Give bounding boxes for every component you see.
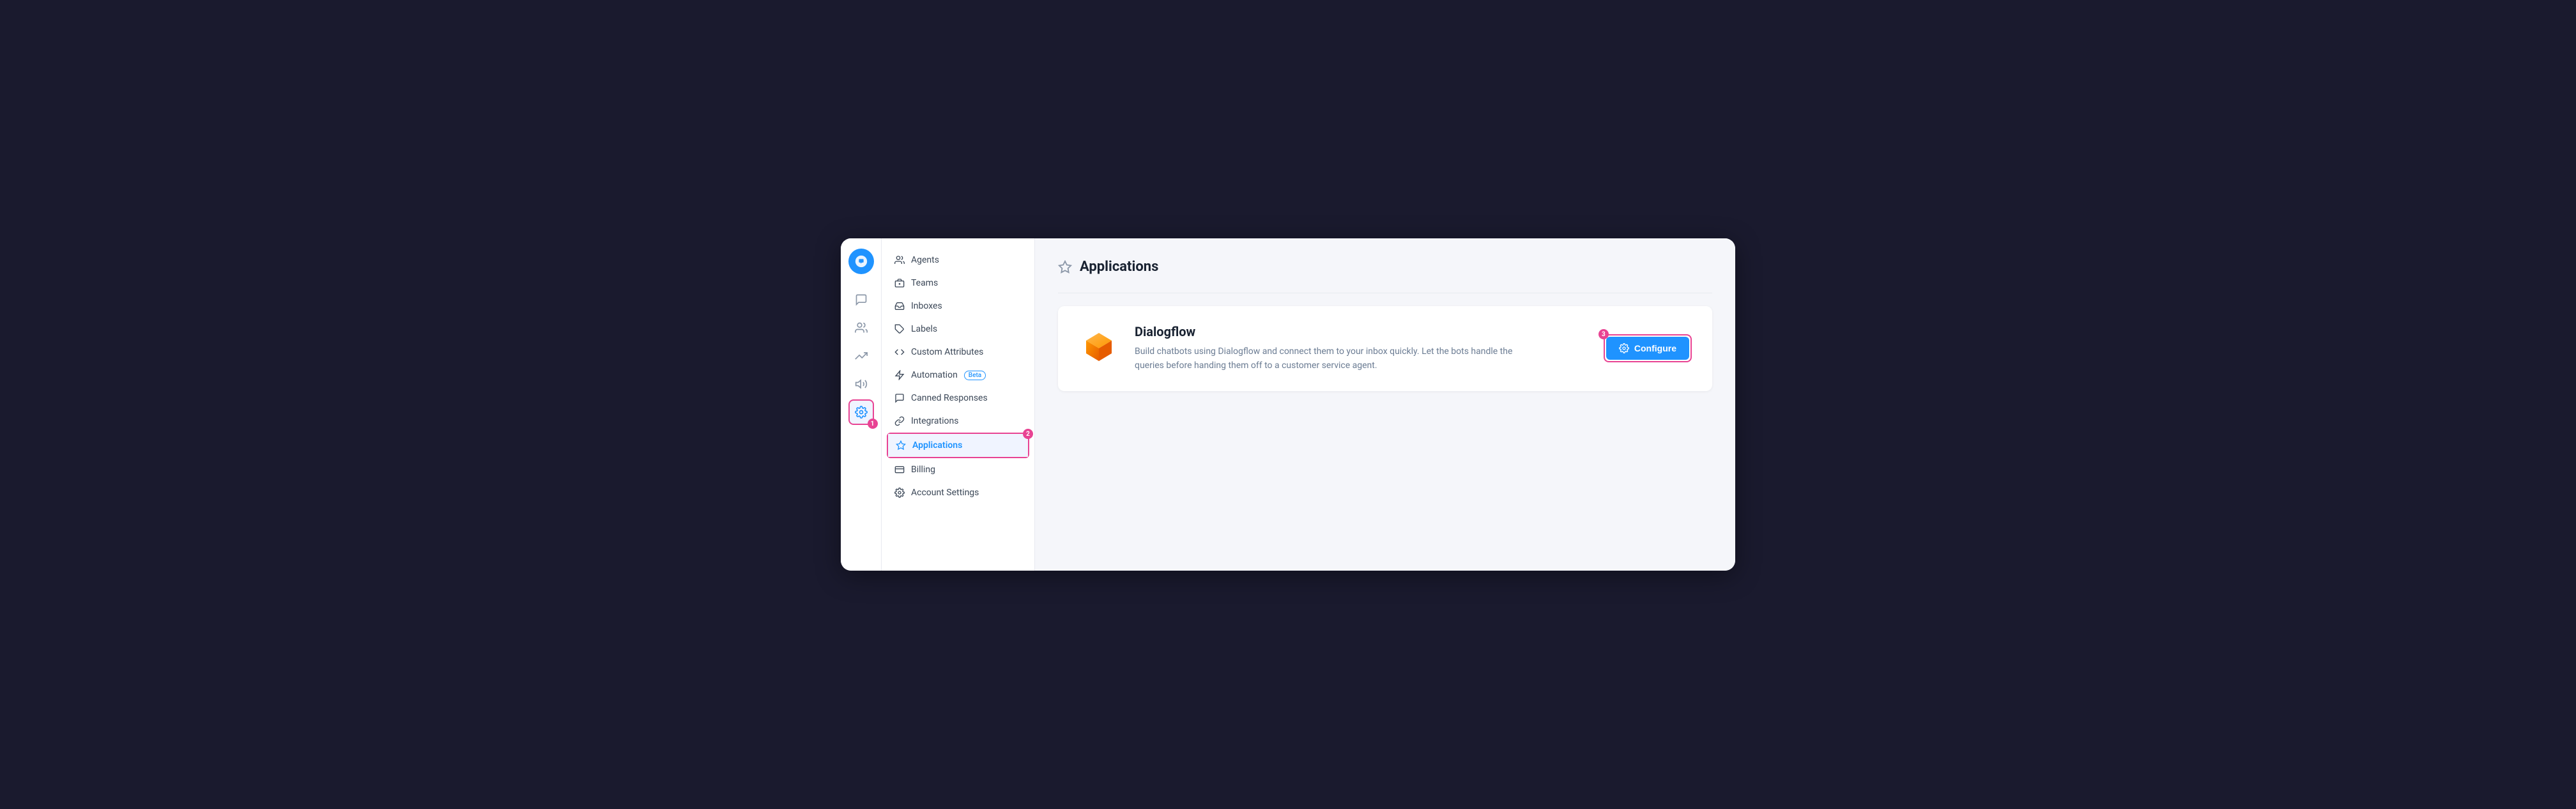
canned-responses-label: Canned Responses	[911, 393, 988, 403]
billing-icon	[894, 465, 905, 475]
automation-label: Automation	[911, 370, 958, 380]
dialogflow-title: Dialogflow	[1135, 324, 1588, 339]
configure-highlight-box: Configure	[1604, 334, 1692, 362]
agents-icon	[894, 255, 905, 265]
sidebar-item-canned-responses[interactable]: Canned Responses	[882, 387, 1034, 410]
integrations-icon	[894, 416, 905, 426]
teams-icon	[894, 278, 905, 288]
contacts-icon-btn[interactable]	[848, 315, 874, 341]
automation-icon	[894, 370, 905, 380]
inboxes-label: Inboxes	[911, 301, 942, 311]
main-content: Applications	[1035, 238, 1735, 571]
labels-icon	[894, 324, 905, 334]
sidebar-item-inboxes[interactable]: Inboxes	[882, 295, 1034, 318]
billing-label: Billing	[911, 465, 935, 475]
sidebar-item-labels[interactable]: Labels	[882, 318, 1034, 341]
sidebar-item-billing[interactable]: Billing	[882, 458, 1034, 481]
sidebar-item-account-settings[interactable]: Account Settings	[882, 481, 1034, 504]
page-title: Applications	[1080, 259, 1158, 275]
account-settings-label: Account Settings	[911, 488, 979, 498]
custom-attributes-label: Custom Attributes	[911, 347, 983, 357]
page-header: Applications	[1058, 259, 1712, 275]
nav-sidebar: Agents Teams Inboxes Labels	[882, 238, 1035, 571]
page-header-star-icon	[1058, 260, 1072, 274]
integrations-label: Integrations	[911, 416, 958, 426]
app-logo[interactable]	[848, 249, 874, 274]
app-window: 1 Agents Teams Inboxes	[841, 238, 1735, 571]
account-settings-icon	[894, 488, 905, 498]
teams-label: Teams	[911, 278, 938, 288]
applications-icon	[896, 440, 906, 451]
dialogflow-icon	[1078, 328, 1119, 369]
labels-label: Labels	[911, 324, 937, 334]
configure-gear-icon	[1619, 343, 1629, 353]
sidebar-item-applications[interactable]: Applications	[888, 434, 1028, 457]
settings-icon-btn[interactable]: 1	[848, 399, 874, 425]
applications-label: Applications	[912, 440, 962, 451]
campaigns-icon-btn[interactable]	[848, 371, 874, 397]
custom-attr-icon	[894, 347, 905, 357]
sidebar-item-applications-wrapper: Applications 2	[887, 433, 1029, 458]
agents-label: Agents	[911, 255, 939, 265]
applications-badge: 2	[1023, 429, 1033, 439]
configure-button[interactable]: Configure	[1606, 337, 1689, 360]
dialogflow-info: Dialogflow Build chatbots using Dialogfl…	[1135, 324, 1588, 373]
inboxes-icon	[894, 301, 905, 311]
dialogflow-card: Dialogflow Build chatbots using Dialogfl…	[1058, 306, 1712, 391]
configure-label: Configure	[1634, 343, 1676, 353]
icon-sidebar: 1	[841, 238, 882, 571]
automation-beta-badge: Beta	[964, 371, 986, 380]
sidebar-item-integrations[interactable]: Integrations	[882, 410, 1034, 433]
configure-wrapper: Configure 3	[1604, 334, 1692, 362]
dialogflow-description: Build chatbots using Dialogflow and conn…	[1135, 344, 1518, 373]
sidebar-item-teams[interactable]: Teams	[882, 272, 1034, 295]
conversations-icon-btn[interactable]	[848, 287, 874, 312]
canned-responses-icon	[894, 393, 905, 403]
sidebar-item-custom-attributes[interactable]: Custom Attributes	[882, 341, 1034, 364]
sidebar-item-agents[interactable]: Agents	[882, 249, 1034, 272]
reports-icon-btn[interactable]	[848, 343, 874, 369]
settings-badge: 1	[868, 419, 878, 429]
sidebar-item-automation[interactable]: Automation Beta	[882, 364, 1034, 387]
